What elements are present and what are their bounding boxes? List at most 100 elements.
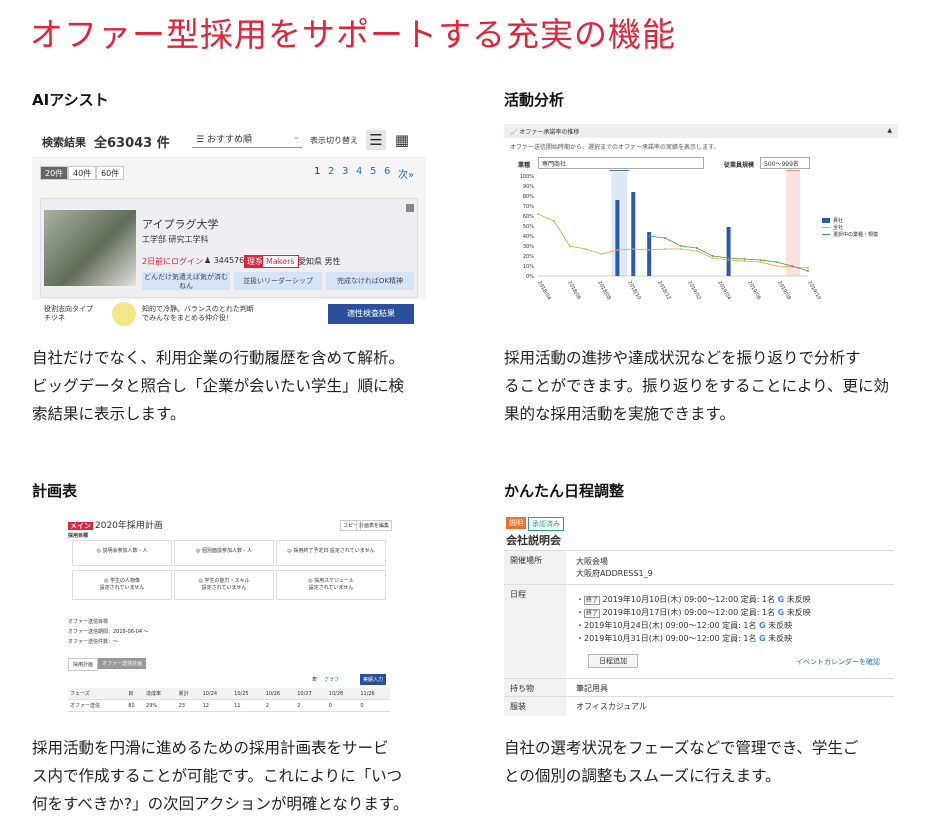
filter-industry-select[interactable]: 専門商社 — [538, 157, 704, 169]
td: 12 — [200, 699, 233, 712]
th: 目 — [126, 688, 145, 700]
tab-offer-plan[interactable]: オファー送信計画 — [98, 658, 147, 669]
x-tick-label: 2018/06 — [566, 280, 582, 301]
event-calendar-link[interactable]: イベントカレンダーを確認 — [796, 657, 880, 667]
date-text: 2019年10月17日(木) 09:00〜12:00 定員: 1名 — [602, 608, 776, 617]
series-point — [664, 248, 666, 250]
university-name: アイプラグ大学 — [142, 218, 219, 231]
td: 80 — [126, 699, 145, 712]
x-tick-label: 2019/06 — [746, 280, 762, 301]
next-page[interactable]: 次» — [398, 166, 414, 181]
page-2[interactable]: 2 — [328, 166, 334, 177]
y-tick-label: 40% — [523, 234, 534, 240]
page-6[interactable]: 6 — [384, 166, 390, 177]
series-point — [632, 248, 635, 250]
filter-size-select[interactable]: 500〜999名 — [760, 157, 810, 169]
y-tick-label: 80% — [523, 194, 534, 200]
profile-skills: ◎ 学生の能力・スキル 設定されていません — [174, 570, 274, 600]
date-text: 2019年10月24日(木) 09:00〜12:00 定員: 1名 — [584, 621, 757, 630]
plan-title-text: 2020年採用計画 — [95, 521, 163, 531]
feature-desc-ai: 自社だけでなく、利用企業の行動履歴を含めて解析。 ビッグデータと照合し「企業が会… — [32, 344, 452, 428]
student-photo — [44, 210, 136, 286]
date-item: ・2019年10月31日(木) 09:00〜12:00 定員: 1名 G 未反映 — [576, 634, 793, 643]
per-page-20[interactable]: 20件 — [40, 166, 69, 180]
per-page-60[interactable]: 60件 — [96, 166, 125, 180]
keyword-3: 完成なければOK精神 — [326, 272, 414, 290]
unset-text: 設定されていません — [201, 585, 247, 591]
main-badge: メイン — [68, 522, 93, 530]
filter-industry-label: 業種 — [518, 162, 531, 169]
profile-schedule: ◎ 採用スケジュール 設定されていません — [276, 570, 386, 600]
grid-view-icon[interactable]: ▦ — [392, 130, 412, 150]
legend-swatch — [822, 218, 830, 223]
table-view[interactable]: 表 — [312, 676, 317, 683]
page-5[interactable]: 5 — [370, 166, 376, 177]
sync-status: 未反映 — [786, 595, 811, 604]
td: 0 — [326, 699, 359, 712]
y-tick-label: 0% — [526, 274, 534, 280]
per-page-40[interactable]: 40件 — [68, 166, 97, 180]
items-value: 筆記用具 — [576, 684, 608, 693]
series-point — [664, 237, 666, 239]
sync-status: 未反映 — [786, 608, 811, 617]
offer-acceptance-chart: 選択開始内定100%90%80%70%60%50%40%30%20%10%0%2… — [520, 170, 878, 301]
date-item: ・2019年10月24日(木) 09:00〜12:00 定員: 1名 G 未反映 — [576, 621, 793, 630]
search-result-label: 検索結果 — [42, 136, 86, 149]
dress-value: オフィスカジュアル — [576, 702, 648, 711]
profile-schedule-label: ◎ 採用スケジュール — [308, 578, 354, 584]
series-point — [727, 257, 730, 259]
marker-label: 選択開始 — [609, 170, 629, 171]
input-results-button[interactable]: 実績入力 — [360, 674, 387, 685]
unset-text: 設定されていません — [99, 585, 145, 591]
profile-persona-label: ◎ 学生の人物像 — [104, 578, 140, 584]
tab-plan[interactable]: 採用計画 — [68, 658, 99, 671]
desc-line: 採用活動の進捗や達成状況などを振り返りで分析す — [504, 349, 861, 367]
series-point — [616, 249, 619, 251]
profile-persona: ◎ 学生の人物像 設定されていません — [72, 570, 172, 600]
series-point — [695, 247, 698, 249]
series-point — [648, 235, 651, 237]
bookmark-icon[interactable] — [406, 204, 414, 212]
series-point — [775, 261, 778, 263]
items-label: 持ち物 — [504, 679, 566, 696]
list-view-icon[interactable]: ☰ — [366, 130, 386, 150]
page-1[interactable]: 1 — [314, 166, 320, 177]
th: フェーズ — [68, 688, 127, 700]
aptitude-result-button[interactable]: 適性検査結果 — [328, 304, 414, 324]
sort-select[interactable]: ☰ おすすめ順 ⌄ — [192, 132, 302, 148]
series-point — [711, 255, 714, 257]
series-point — [759, 259, 762, 261]
date-text: 2019年10月10日(木) 09:00〜12:00 定員: 1名 — [602, 595, 776, 604]
th: 10/25 — [232, 688, 264, 700]
list-icon: ☰ — [196, 135, 207, 145]
dress-label: 服装 — [504, 697, 566, 716]
plan-table: フェーズ目達成率 累計 10/24 10/25 10/26 10/27 10/28 11/26… — [68, 688, 390, 712]
personality-icon — [112, 302, 136, 326]
series-point — [759, 261, 762, 263]
desc-line: 自社の選考状況をフェーズなどで管理でき、学生ご — [504, 739, 859, 757]
edit-plan-button[interactable]: 計画表を編集 — [356, 520, 393, 531]
td: 0 — [358, 699, 390, 712]
page-3[interactable]: 3 — [342, 166, 348, 177]
th: 11/26 — [358, 688, 390, 700]
collapse-icon[interactable]: ▲ — [887, 127, 892, 134]
graph-view[interactable]: グラフ — [324, 676, 339, 683]
result-count: 全63043 件 — [94, 136, 170, 151]
google-icon: G — [777, 608, 785, 617]
goal-briefing: ◎ 説明会参加人数 - 人 — [72, 540, 172, 566]
bar — [726, 227, 731, 276]
analysis-screenshot: 📈 オファー承諾率の推移 ▲ オファー送信開始時期から、選択までのオファー承諾率の… — [504, 124, 898, 330]
marker-label: 内定 — [788, 170, 798, 171]
page-4[interactable]: 4 — [356, 166, 362, 177]
goal-end-date: ◎ 採用終了予定日 設定されていません — [276, 540, 386, 566]
desc-line: 索結果に表示します。 — [32, 405, 186, 423]
google-icon: G — [777, 595, 785, 604]
table-header: フェーズ目達成率 累計 10/24 10/25 10/26 10/27 10/28 11/26 — [68, 688, 390, 700]
tag-makers: Makers — [262, 255, 299, 268]
chart-icon: 📈 — [510, 129, 520, 136]
add-date-button[interactable]: 日程追加 — [588, 654, 638, 668]
td: 11 — [232, 699, 264, 712]
desc-line: 自社だけでなく、利用企業の行動履歴を含めて解析。 — [32, 349, 405, 367]
y-tick-label: 90% — [523, 184, 534, 190]
series-point — [648, 249, 651, 251]
